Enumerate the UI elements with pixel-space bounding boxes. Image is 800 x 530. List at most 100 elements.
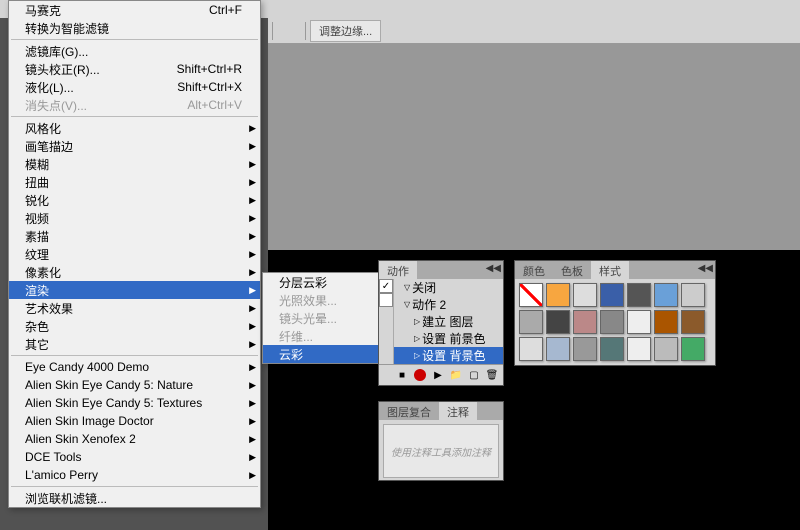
disclosure-icon[interactable]: ▷ bbox=[414, 351, 420, 360]
tab-annotation[interactable]: 注释 bbox=[439, 402, 477, 420]
action-check[interactable]: ✓ bbox=[379, 279, 393, 293]
delete-button[interactable]: 🗑 bbox=[483, 367, 501, 383]
submenu-arrow-icon: ▶ bbox=[249, 213, 256, 224]
style-swatch[interactable] bbox=[681, 283, 705, 307]
menu-item: 消失点(V)...Alt+Ctrl+V bbox=[9, 96, 260, 114]
collapse-icon[interactable]: ◀◀ bbox=[698, 263, 713, 274]
menu-item[interactable]: DCE Tools ▶ bbox=[9, 448, 260, 466]
style-swatch[interactable] bbox=[627, 310, 651, 334]
submenu-arrow-icon: ▶ bbox=[249, 285, 256, 296]
submenu-arrow-icon: ▶ bbox=[249, 231, 256, 242]
disclosure-icon[interactable]: ▷ bbox=[414, 334, 420, 343]
menu-item[interactable]: 其它▶ bbox=[9, 335, 260, 353]
menu-shortcut: Shift+Ctrl+X bbox=[177, 80, 242, 94]
adjust-edge-button[interactable]: 调整边缘... bbox=[310, 20, 381, 42]
action-check[interactable] bbox=[379, 293, 393, 307]
disclosure-icon[interactable]: ▽ bbox=[404, 300, 410, 309]
menu-item-label: Alien Skin Xenofex 2 bbox=[25, 432, 136, 446]
style-swatch[interactable] bbox=[654, 283, 678, 307]
menu-item[interactable]: 画笔描边▶ bbox=[9, 137, 260, 155]
menu-item-label: 视频 bbox=[25, 210, 49, 227]
menu-item[interactable]: 视频 ▶ bbox=[9, 209, 260, 227]
style-swatch[interactable] bbox=[546, 337, 570, 361]
style-swatch[interactable] bbox=[681, 337, 705, 361]
style-swatch[interactable] bbox=[519, 310, 543, 334]
menu-item-label: 浏览联机滤镜... bbox=[25, 490, 107, 507]
style-swatch[interactable] bbox=[627, 283, 651, 307]
new-action-button[interactable]: ▢ bbox=[465, 367, 483, 383]
menu-item[interactable]: 模糊▶ bbox=[9, 155, 260, 173]
style-swatch[interactable] bbox=[681, 310, 705, 334]
menu-item[interactable]: 滤镜库(G)... bbox=[9, 42, 260, 60]
actions-panel: 动作 ◀◀ ✓ ▽关闭▽动作 2▷建立 图层▷设置 前景色▷设置 背景色 ■ ▶… bbox=[378, 260, 504, 386]
disclosure-icon[interactable]: ▷ bbox=[414, 317, 420, 326]
menu-item[interactable]: 风格化▶ bbox=[9, 119, 260, 137]
style-swatch[interactable] bbox=[600, 283, 624, 307]
action-item[interactable]: ▽关闭 bbox=[394, 279, 503, 296]
stop-button[interactable]: ■ bbox=[393, 367, 411, 383]
play-button[interactable]: ▶ bbox=[429, 367, 447, 383]
menu-item-label: DCE Tools bbox=[25, 450, 81, 464]
action-label: 设置 前景色 bbox=[422, 330, 485, 347]
panel-tabs: 图层复合 注释 bbox=[379, 402, 503, 420]
menu-item-label: 模糊 bbox=[25, 156, 49, 173]
tab-actions[interactable]: 动作 bbox=[379, 261, 417, 279]
menu-item-label: Alien Skin Eye Candy 5: Nature bbox=[25, 378, 193, 392]
menu-item-label: 马赛克 bbox=[25, 2, 61, 19]
toolbar-separator bbox=[305, 22, 306, 40]
tab-styles[interactable]: 样式 bbox=[591, 261, 629, 279]
style-swatch[interactable] bbox=[546, 283, 570, 307]
menu-item-label: Eye Candy 4000 Demo bbox=[25, 360, 149, 374]
submenu-item[interactable]: 分层云彩 bbox=[263, 273, 381, 291]
menu-item[interactable]: 素描▶ bbox=[9, 227, 260, 245]
menu-item[interactable]: 锐化▶ bbox=[9, 191, 260, 209]
tab-color[interactable]: 颜色 bbox=[515, 261, 553, 279]
menu-item[interactable]: Alien Skin Eye Candy 5: Textures▶ bbox=[9, 394, 260, 412]
disclosure-icon[interactable]: ▽ bbox=[404, 283, 410, 292]
menu-item[interactable]: 扭曲▶ bbox=[9, 173, 260, 191]
record-button[interactable] bbox=[411, 367, 429, 383]
style-swatch[interactable] bbox=[519, 337, 543, 361]
menu-separator bbox=[11, 116, 258, 117]
menu-item[interactable]: Alien Skin Image Doctor▶ bbox=[9, 412, 260, 430]
submenu-arrow-icon: ▶ bbox=[249, 398, 256, 409]
style-swatch[interactable] bbox=[546, 310, 570, 334]
menu-separator bbox=[11, 355, 258, 356]
submenu-item[interactable]: 云彩 bbox=[263, 345, 381, 363]
menu-item[interactable]: 镜头校正(R)...Shift+Ctrl+R bbox=[9, 60, 260, 78]
style-swatch[interactable] bbox=[519, 283, 543, 307]
menu-item[interactable]: 浏览联机滤镜... bbox=[9, 489, 260, 507]
style-swatch[interactable] bbox=[654, 337, 678, 361]
menu-item[interactable]: Alien Skin Xenofex 2▶ bbox=[9, 430, 260, 448]
menu-item[interactable]: L'amico Perry▶ bbox=[9, 466, 260, 484]
menu-item[interactable]: 纹理▶ bbox=[9, 245, 260, 263]
menu-item[interactable]: 杂色▶ bbox=[9, 317, 260, 335]
menu-item[interactable]: 渲染▶ bbox=[9, 281, 260, 299]
action-item[interactable]: ▷设置 前景色 bbox=[394, 330, 503, 347]
menu-item[interactable]: Eye Candy 4000 Demo▶ bbox=[9, 358, 260, 376]
style-swatch[interactable] bbox=[627, 337, 651, 361]
menu-item[interactable]: 转换为智能滤镜 bbox=[9, 19, 260, 37]
menu-item[interactable]: 艺术效果▶ bbox=[9, 299, 260, 317]
menu-item[interactable]: 马赛克Ctrl+F bbox=[9, 1, 260, 19]
style-swatch[interactable] bbox=[573, 310, 597, 334]
actions-body: ✓ ▽关闭▽动作 2▷建立 图层▷设置 前景色▷设置 背景色 bbox=[379, 279, 503, 364]
tab-swatches[interactable]: 色板 bbox=[553, 261, 591, 279]
submenu-arrow-icon: ▶ bbox=[249, 452, 256, 463]
style-swatch[interactable] bbox=[573, 283, 597, 307]
action-item[interactable]: ▷设置 背景色 bbox=[394, 347, 503, 364]
collapse-icon[interactable]: ◀◀ bbox=[486, 263, 501, 274]
submenu-arrow-icon: ▶ bbox=[249, 267, 256, 278]
menu-item[interactable]: Alien Skin Eye Candy 5: Nature▶ bbox=[9, 376, 260, 394]
menu-item-label: 消失点(V)... bbox=[25, 97, 87, 114]
tab-layercomp[interactable]: 图层复合 bbox=[379, 402, 439, 420]
style-swatch[interactable] bbox=[600, 337, 624, 361]
menu-item[interactable]: 像素化▶ bbox=[9, 263, 260, 281]
style-swatch[interactable] bbox=[600, 310, 624, 334]
action-item[interactable]: ▷建立 图层 bbox=[394, 313, 503, 330]
style-swatch[interactable] bbox=[654, 310, 678, 334]
new-folder-button[interactable]: 📁 bbox=[447, 367, 465, 383]
action-item[interactable]: ▽动作 2 bbox=[394, 296, 503, 313]
menu-item[interactable]: 液化(L)...Shift+Ctrl+X bbox=[9, 78, 260, 96]
style-swatch[interactable] bbox=[573, 337, 597, 361]
